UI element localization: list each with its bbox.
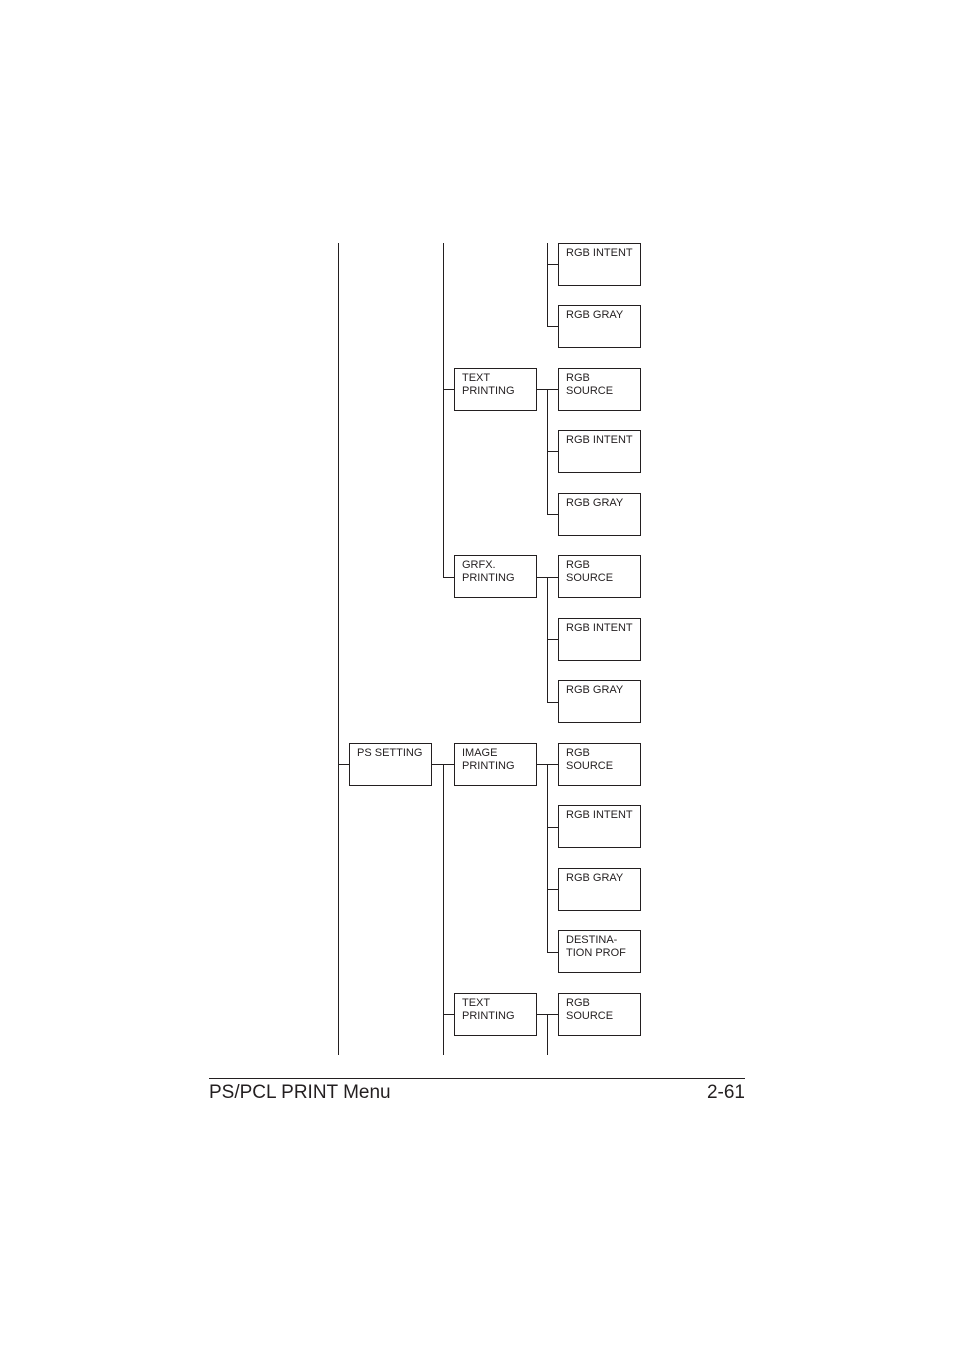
node-rgb-gray: RGB GRAY [558,305,641,348]
node-rgb-intent: RGB INTENT [558,805,641,848]
tree-line-level3-d [547,764,548,952]
tree-branch-ps-setting [338,764,349,765]
footer-title: PS/PCL PRINT Menu [209,1082,391,1103]
node-grfx-printing: GRFX. PRINTING [454,555,537,598]
tree-branch-rgb-gray-c [547,702,558,703]
node-rgb-source: RGB SOURCE [558,743,641,786]
tree-branch-text-printing-1 [443,389,454,390]
tree-branch-rgb-gray-a [547,326,558,327]
page-number: 2-61 [706,1082,745,1103]
tree-line-level2-upper [443,243,444,577]
node-rgb-source: RGB SOURCE [558,555,641,598]
tree-line-root [338,243,339,1055]
tree-branch-destination-prof-d [547,952,558,953]
tree-line-level2-lower [443,764,444,1055]
tree-branch-text-printing-2 [443,1014,454,1015]
node-rgb-gray: RGB GRAY [558,493,641,536]
node-rgb-intent: RGB INTENT [558,430,641,473]
node-rgb-source: RGB SOURCE [558,368,641,411]
tree-line-level3-e [547,1014,548,1055]
tree-branch-rgb-intent-a [547,264,558,265]
node-rgb-gray: RGB GRAY [558,680,641,723]
tree-branch-rgb-gray-b [547,514,558,515]
node-image-printing: IMAGE PRINTING [454,743,537,786]
node-ps-setting: PS SETTING [349,743,432,786]
node-rgb-intent: RGB INTENT [558,243,641,286]
node-text-printing: TEXT PRINTING [454,993,537,1036]
tree-line-level3-a [547,243,548,327]
tree-branch-rgb-gray-d [547,889,558,890]
node-rgb-intent: RGB INTENT [558,618,641,661]
node-text-printing: TEXT PRINTING [454,368,537,411]
node-rgb-gray: RGB GRAY [558,868,641,911]
footer-rule [209,1078,745,1079]
tree-branch-grfx-printing-1 [443,577,454,578]
node-destination-prof: DESTINA- TION PROF [558,930,641,973]
node-rgb-source: RGB SOURCE [558,993,641,1036]
tree-branch-rgb-intent-b [547,451,558,452]
tree-branch-rgb-intent-c [547,639,558,640]
tree-branch-rgb-intent-d [547,827,558,828]
